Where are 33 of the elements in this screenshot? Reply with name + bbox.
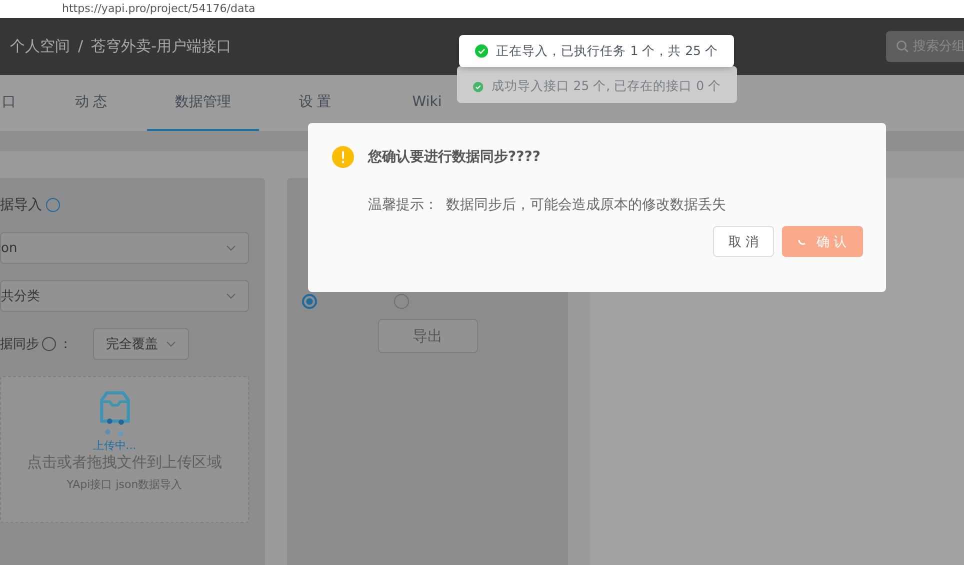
upload-subhint: YApi接口 json数据导入: [66, 477, 182, 492]
caret-icon: [226, 245, 236, 251]
breadcrumb-link[interactable]: 苍穹外卖-用户端接口: [91, 37, 232, 56]
field-label: 据同步: [0, 336, 39, 353]
dialog-title: 您确认要进行数据同步????: [368, 148, 540, 166]
spinner-icon: [798, 238, 806, 244]
breadcrumb-separator: /: [78, 37, 84, 56]
export-button[interactable]: 导出: [378, 319, 478, 353]
select-field[interactable]: 共分类: [0, 280, 249, 312]
caret-icon: [166, 341, 176, 347]
toast-text: 正在导入，已执行任务 1 个，共 25 个: [496, 42, 718, 60]
colon-text: ：: [59, 336, 72, 353]
search-icon: [896, 40, 909, 53]
check-circle-icon: [475, 43, 488, 59]
help-icon[interactable]: [42, 337, 56, 351]
tab[interactable]: 口: [0, 75, 16, 131]
url-text[interactable]: https://yapi.pro/project/54176/data: [62, 2, 256, 15]
breadcrumb-link[interactable]: 个人空间: [10, 37, 70, 56]
radio-button[interactable]: [394, 294, 409, 309]
select-field[interactable]: on: [0, 232, 249, 264]
help-icon[interactable]: [46, 198, 60, 212]
toast-text: 成功导入接口 25 个, 已存在的接口 0 个: [491, 78, 721, 95]
select-field[interactable]: 完全覆盖: [93, 328, 189, 360]
cancel-button[interactable]: 取 消: [713, 226, 774, 257]
warning-icon: [332, 146, 354, 168]
tab[interactable]: 动 态: [35, 75, 147, 131]
section-title: 据导入: [0, 196, 42, 214]
upload-status: 上传中...: [92, 439, 136, 452]
tip-label: 温馨提示：: [368, 196, 438, 214]
radio-button[interactable]: [302, 294, 317, 309]
tip-text: 数据同步后，可能会造成原本的修改数据丢失: [446, 196, 726, 214]
confirm-button[interactable]: 确 认: [782, 226, 863, 257]
caret-icon: [226, 293, 236, 299]
